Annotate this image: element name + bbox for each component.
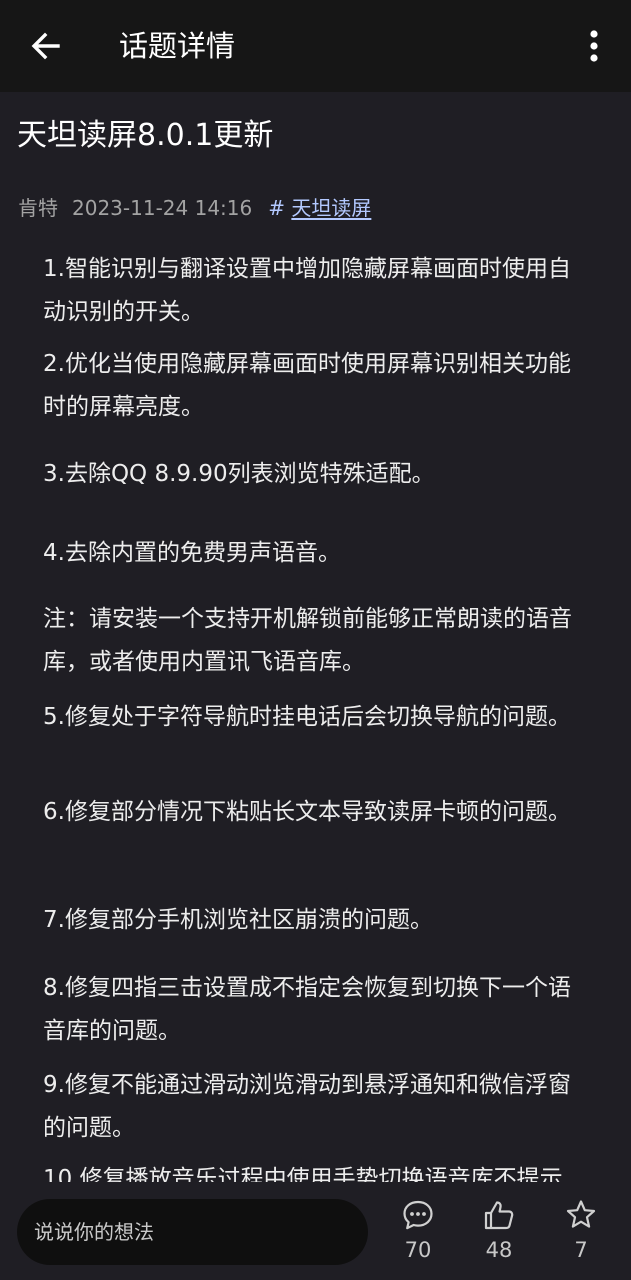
favorite-button[interactable]: 7	[551, 1198, 611, 1268]
paragraph: 10.修复播放音乐过程中使用手势切换语音库不提示的问题。	[43, 1166, 563, 1182]
paragraph: 1.智能识别与翻译设置中增加隐藏屏幕画面时使用自动识别的开关。	[43, 256, 571, 325]
post-datetime: 2023-11-24 14:16	[72, 196, 253, 220]
star-icon	[566, 1200, 596, 1228]
paragraph: 5.修复处于字符导航时挂电话后会切换导航的问题。	[43, 704, 571, 730]
paragraph: 3.去除QQ 8.9.90列表浏览特殊适配。	[43, 461, 435, 487]
topic-tag-link[interactable]: # 天坦读屏	[268, 193, 371, 223]
paragraph: 注：请安装一个支持开机解锁前能够正常朗读的语音库，或者使用内置讯飞语音库。	[43, 606, 572, 675]
thumbs-up-icon	[484, 1201, 514, 1230]
paragraph: 8.修复四指三击设置成不指定会恢复到切换下一个语音库的问题。	[43, 975, 571, 1044]
bottom-action-bar: 说说你的想法 70 48 7	[0, 1182, 631, 1280]
likes-count: 48	[485, 1238, 513, 1262]
tag-hash-symbol: #	[268, 196, 285, 220]
author-name[interactable]: 肯特	[18, 193, 58, 223]
paragraph: 4.去除内置的免费男声语音。	[43, 540, 341, 566]
comment-bubble-icon	[403, 1200, 433, 1230]
favorites-count: 7	[574, 1238, 588, 1262]
comments-count: 70	[404, 1238, 432, 1262]
paragraph: 2.优化当使用隐藏屏幕画面时使用屏幕识别相关功能时的屏幕亮度。	[43, 351, 571, 420]
paragraph: 7.修复部分手机浏览社区崩溃的问题。	[43, 907, 433, 933]
like-button[interactable]: 48	[469, 1198, 529, 1268]
tag-name: 天坦读屏	[291, 196, 372, 220]
paragraph: 6.修复部分情况下粘贴长文本导致读屏卡顿的问题。	[43, 799, 571, 825]
paragraph: 9.修复不能通过滑动浏览滑动到悬浮通知和微信浮窗的问题。	[43, 1072, 571, 1141]
comments-button[interactable]: 70	[388, 1198, 448, 1268]
article-content[interactable]: 天坦读屏8.0.1更新 肯特 2023-11-24 14:16 # 天坦读屏 1.智…	[0, 0, 631, 1182]
comment-input[interactable]: 说说你的想法	[17, 1199, 368, 1265]
article-title: 天坦读屏8.0.1更新	[17, 118, 274, 153]
article-meta: 肯特 2023-11-24 14:16 # 天坦读屏	[18, 193, 371, 223]
